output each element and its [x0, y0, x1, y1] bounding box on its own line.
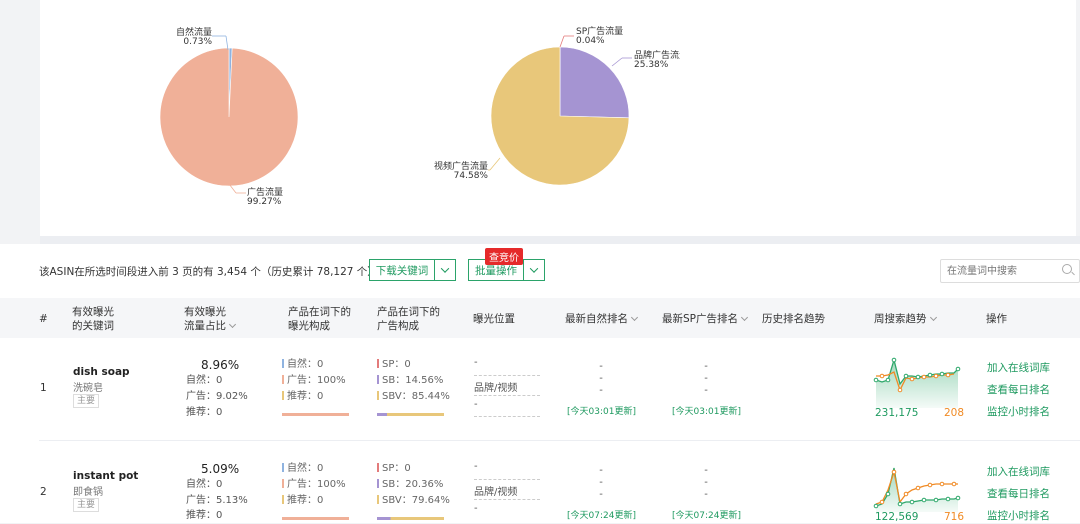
col-keyword: 有效曝光的关键词 — [72, 305, 114, 333]
share-ad: 广告：5.13% — [186, 493, 248, 509]
weekly-trend-sparkline — [872, 352, 964, 408]
exposure-ad: 广告：100% — [282, 477, 346, 493]
keyword-translation: 即食锅 — [73, 483, 103, 498]
col-index: # — [39, 312, 48, 326]
exposure-bar — [282, 517, 349, 520]
keyword-translation: 洗碗皂 — [73, 379, 103, 394]
col-actions: 操作 — [986, 312, 1007, 326]
organic-rank-updated: [今天07:24更新] — [567, 508, 636, 521]
row-index: 1 — [40, 382, 47, 394]
organic-rank-updated: [今天03:01更新] — [567, 404, 636, 417]
position-brand-video: 品牌/视频 — [474, 379, 517, 394]
pie2-value-brand: 25.38% — [634, 60, 669, 70]
pie2-value-sp: 0.04% — [576, 36, 605, 46]
position-top: - — [474, 461, 478, 472]
section-divider — [40, 236, 1080, 244]
chevron-down-icon — [441, 264, 449, 272]
share-organic: 自然：0 — [186, 373, 222, 389]
col-exposure-composition: 产品在词下的曝光构成 — [288, 305, 351, 333]
sort-icon[interactable] — [229, 321, 236, 328]
keyword-count-summary: 该ASIN在所选时间段进入前 3 页的有 3,454 个（历史累计 78,127… — [39, 264, 378, 279]
keyword-link[interactable]: instant pot — [73, 470, 138, 482]
exposure-organic: 自然：0 — [282, 357, 323, 373]
position-divider — [474, 499, 540, 500]
share-ad: 广告：9.02% — [186, 389, 248, 405]
ad-sb: SB：14.56% — [377, 373, 443, 389]
position-bottom: - — [474, 399, 478, 410]
add-to-wordbank-link[interactable]: 加入在线词库 — [987, 464, 1050, 479]
col-sp-rank[interactable]: 最新SP广告排名 — [662, 312, 747, 326]
batch-dropdown-toggle[interactable] — [523, 259, 545, 281]
keyword-tag: 主要 — [73, 498, 99, 512]
ad-sbv: SBV：85.44% — [377, 389, 450, 405]
download-keywords-button[interactable]: 下载关键词 — [369, 259, 435, 281]
exposure-recommend: 推荐：0 — [282, 493, 323, 509]
weekly-rank-value: 716 — [944, 511, 964, 523]
share-recommend: 推荐：0 — [186, 508, 222, 524]
share-recommend: 推荐：0 — [186, 405, 222, 421]
col-share[interactable]: 有效曝光流量占比 — [184, 305, 235, 333]
pie-slice-1[interactable] — [560, 47, 629, 118]
table-header: # 有效曝光的关键词 有效曝光流量占比 产品在词下的曝光构成 产品在词下的广告构… — [0, 298, 1080, 338]
exposure-ad: 广告：100% — [282, 373, 346, 389]
position-top: - — [474, 357, 478, 368]
keyword-tag: 主要 — [73, 394, 99, 408]
traffic-share: 8.96% — [201, 358, 239, 372]
col-organic-rank[interactable]: 最新自然排名 — [565, 312, 637, 326]
weekly-search-volume: 122,569 — [875, 511, 918, 523]
exposure-bar — [282, 413, 349, 416]
chevron-down-icon — [530, 264, 538, 272]
position-divider — [474, 479, 540, 480]
organic-rank-values: --- — [561, 465, 641, 501]
ad-composition-bar — [377, 517, 444, 520]
row-separator — [39, 440, 1080, 441]
position-brand-video: 品牌/视频 — [474, 483, 517, 498]
col-history-trend: 历史排名趋势 — [762, 312, 825, 326]
sp-rank-values: --- — [666, 465, 746, 501]
position-divider — [474, 416, 540, 417]
position-divider — [474, 375, 540, 376]
search-icon[interactable] — [1062, 264, 1072, 274]
exposure-organic: 自然：0 — [282, 461, 323, 477]
exposure-recommend: 推荐：0 — [282, 389, 323, 405]
monitor-hourly-rank-link[interactable]: 监控小时排名 — [987, 508, 1050, 523]
check-bid-badge[interactable]: 查竞价 — [485, 248, 523, 265]
position-bottom: - — [474, 503, 478, 514]
ad-sp: SP：0 — [377, 357, 411, 373]
ad-composition-bar — [377, 413, 444, 416]
ad-type-pie-chart: SP广告流量 0.04% 品牌广告流量 25.38% 视频广告流量 74.58% — [0, 0, 680, 236]
monitor-hourly-rank-link[interactable]: 监控小时排名 — [987, 404, 1050, 419]
weekly-search-volume: 231,175 — [875, 407, 918, 419]
traffic-share: 5.09% — [201, 462, 239, 476]
sp-rank-updated: [今天07:24更新] — [672, 508, 741, 521]
keyword-search-input[interactable] — [940, 259, 1080, 283]
sp-rank-updated: [今天03:01更新] — [672, 404, 741, 417]
ad-sbv: SBV：79.64% — [377, 493, 450, 509]
ad-sp: SP：0 — [377, 461, 411, 477]
sort-icon[interactable] — [741, 314, 748, 321]
share-organic: 自然：0 — [186, 477, 222, 493]
pie2-value-video: 74.58% — [454, 171, 489, 181]
sort-icon[interactable] — [631, 314, 638, 321]
col-ad-composition: 产品在词下的广告构成 — [377, 305, 440, 333]
weekly-rank-value: 208 — [944, 407, 964, 419]
download-dropdown-toggle[interactable] — [434, 259, 456, 281]
col-position: 曝光位置 — [473, 312, 515, 326]
sort-icon[interactable] — [929, 314, 936, 321]
col-weekly-trend[interactable]: 周搜索趋势 — [874, 312, 936, 326]
view-daily-rank-link[interactable]: 查看每日排名 — [987, 382, 1050, 397]
sp-rank-values: --- — [666, 361, 746, 397]
keyword-link[interactable]: dish soap — [73, 366, 130, 378]
view-daily-rank-link[interactable]: 查看每日排名 — [987, 486, 1050, 501]
position-divider — [474, 395, 540, 396]
weekly-trend-sparkline — [872, 460, 964, 512]
row-index: 2 — [40, 486, 47, 498]
organic-rank-values: --- — [561, 361, 641, 397]
add-to-wordbank-link[interactable]: 加入在线词库 — [987, 360, 1050, 375]
ad-sb: SB：20.36% — [377, 477, 443, 493]
